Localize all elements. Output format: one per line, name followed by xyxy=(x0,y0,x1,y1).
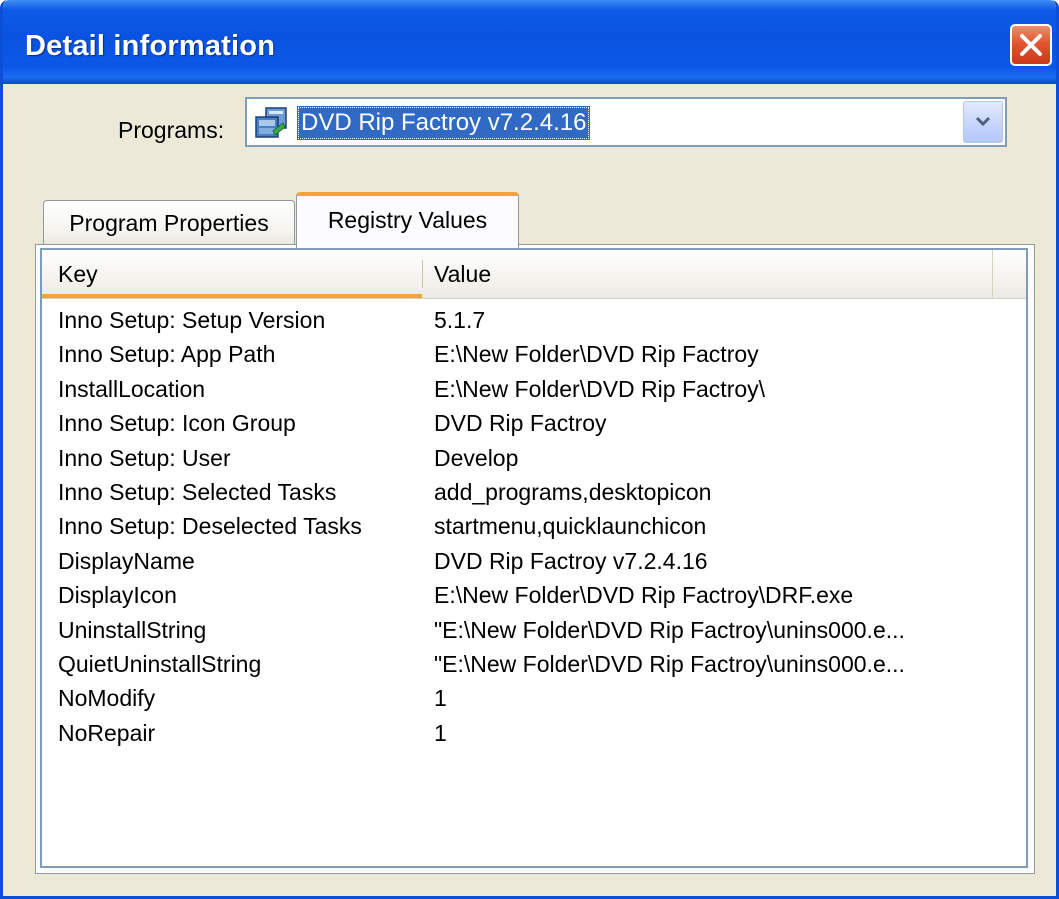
column-header-value[interactable]: Value xyxy=(422,250,992,298)
value-cell: "E:\New Folder\DVD Rip Factroy\unins000.… xyxy=(434,616,905,643)
list-row[interactable]: Inno Setup: Selected Tasks add_programs,… xyxy=(42,475,1026,509)
close-icon xyxy=(1020,34,1042,56)
key-cell: Inno Setup: User xyxy=(58,444,231,471)
list-row[interactable]: NoRepair 1 xyxy=(42,716,1026,750)
programs-dropdown[interactable]: DVD Rip Factroy v7.2.4.16 xyxy=(245,97,1007,147)
list-row[interactable]: Inno Setup: Icon Group DVD Rip Factroy xyxy=(42,406,1026,440)
dropdown-button[interactable] xyxy=(963,101,1003,143)
tab-panel: Key Value Inno Setup: Setup Version 5.1.… xyxy=(35,244,1035,874)
list-row[interactable]: Inno Setup: App Path E:\New Folder\DVD R… xyxy=(42,337,1026,371)
registry-values-list[interactable]: Key Value Inno Setup: Setup Version 5.1.… xyxy=(40,248,1028,868)
list-row[interactable]: QuietUninstallString "E:\New Folder\DVD … xyxy=(42,647,1026,681)
column-header-filler xyxy=(992,250,1026,298)
list-row[interactable]: Inno Setup: Setup Version 5.1.7 xyxy=(42,303,1026,337)
value-cell: DVD Rip Factroy xyxy=(434,410,607,437)
tab-label: Program Properties xyxy=(69,210,269,236)
list-row[interactable]: Inno Setup: User Develop xyxy=(42,441,1026,475)
key-cell: UninstallString xyxy=(58,616,207,643)
chevron-down-icon xyxy=(975,116,991,127)
column-header-key-label: Key xyxy=(58,261,98,287)
list-row[interactable]: DisplayIcon E:\New Folder\DVD Rip Factro… xyxy=(42,578,1026,612)
tab-registry-values[interactable]: Registry Values xyxy=(296,192,519,248)
value-cell: Develop xyxy=(434,444,519,471)
programs-label: Programs: xyxy=(118,117,225,143)
list-row[interactable]: NoModify 1 xyxy=(42,681,1026,715)
value-cell: 5.1.7 xyxy=(434,307,486,333)
value-cell: E:\New Folder\DVD Rip Factroy\DRF.exe xyxy=(434,582,854,609)
key-cell: DisplayIcon xyxy=(58,582,177,609)
title-bar[interactable]: Detail information xyxy=(3,0,1056,84)
value-cell: E:\New Folder\DVD Rip Factroy xyxy=(434,341,759,368)
value-cell: DVD Rip Factroy v7.2.4.16 xyxy=(434,547,708,574)
key-cell: Inno Setup: Deselected Tasks xyxy=(58,513,362,540)
key-cell: Inno Setup: Selected Tasks xyxy=(58,478,337,505)
key-cell: NoRepair xyxy=(58,719,156,746)
programs-selected-value: DVD Rip Factroy v7.2.4.16 xyxy=(297,106,591,140)
column-header-value-label: Value xyxy=(434,261,492,287)
key-cell: Inno Setup: Setup Version xyxy=(58,307,326,333)
value-cell: 1 xyxy=(434,719,447,746)
value-cell: 1 xyxy=(434,685,447,712)
value-cell: startmenu,quicklaunchicon xyxy=(434,513,707,540)
window-title: Detail information xyxy=(25,30,276,62)
key-cell: NoModify xyxy=(58,685,156,712)
tab-label: Registry Values xyxy=(327,207,488,233)
tab-program-properties[interactable]: Program Properties xyxy=(43,200,295,246)
list-rows: Inno Setup: Setup Version 5.1.7 Inno Set… xyxy=(42,303,1026,750)
key-cell: Inno Setup: App Path xyxy=(58,341,276,368)
list-row[interactable]: Inno Setup: Deselected Tasks startmenu,q… xyxy=(42,509,1026,543)
detail-information-dialog: Detail information Programs: DVD Rip Fac… xyxy=(0,0,1059,899)
value-cell: "E:\New Folder\DVD Rip Factroy\unins000.… xyxy=(434,650,905,677)
installer-package-icon xyxy=(255,107,287,138)
key-cell: DisplayName xyxy=(58,547,195,574)
value-cell: add_programs,desktopicon xyxy=(434,478,712,505)
key-cell: Inno Setup: Icon Group xyxy=(58,410,296,437)
list-row[interactable]: UninstallString "E:\New Folder\DVD Rip F… xyxy=(42,613,1026,647)
list-row[interactable]: DisplayName DVD Rip Factroy v7.2.4.16 xyxy=(42,544,1026,578)
column-header-key[interactable]: Key xyxy=(42,250,422,298)
close-button[interactable] xyxy=(1010,24,1052,66)
key-cell: InstallLocation xyxy=(58,375,206,402)
list-header: Key Value xyxy=(42,250,1026,299)
list-row[interactable]: InstallLocation E:\New Folder\DVD Rip Fa… xyxy=(42,372,1026,406)
key-cell: QuietUninstallString xyxy=(58,650,262,677)
value-cell: E:\New Folder\DVD Rip Factroy\ xyxy=(434,375,766,402)
